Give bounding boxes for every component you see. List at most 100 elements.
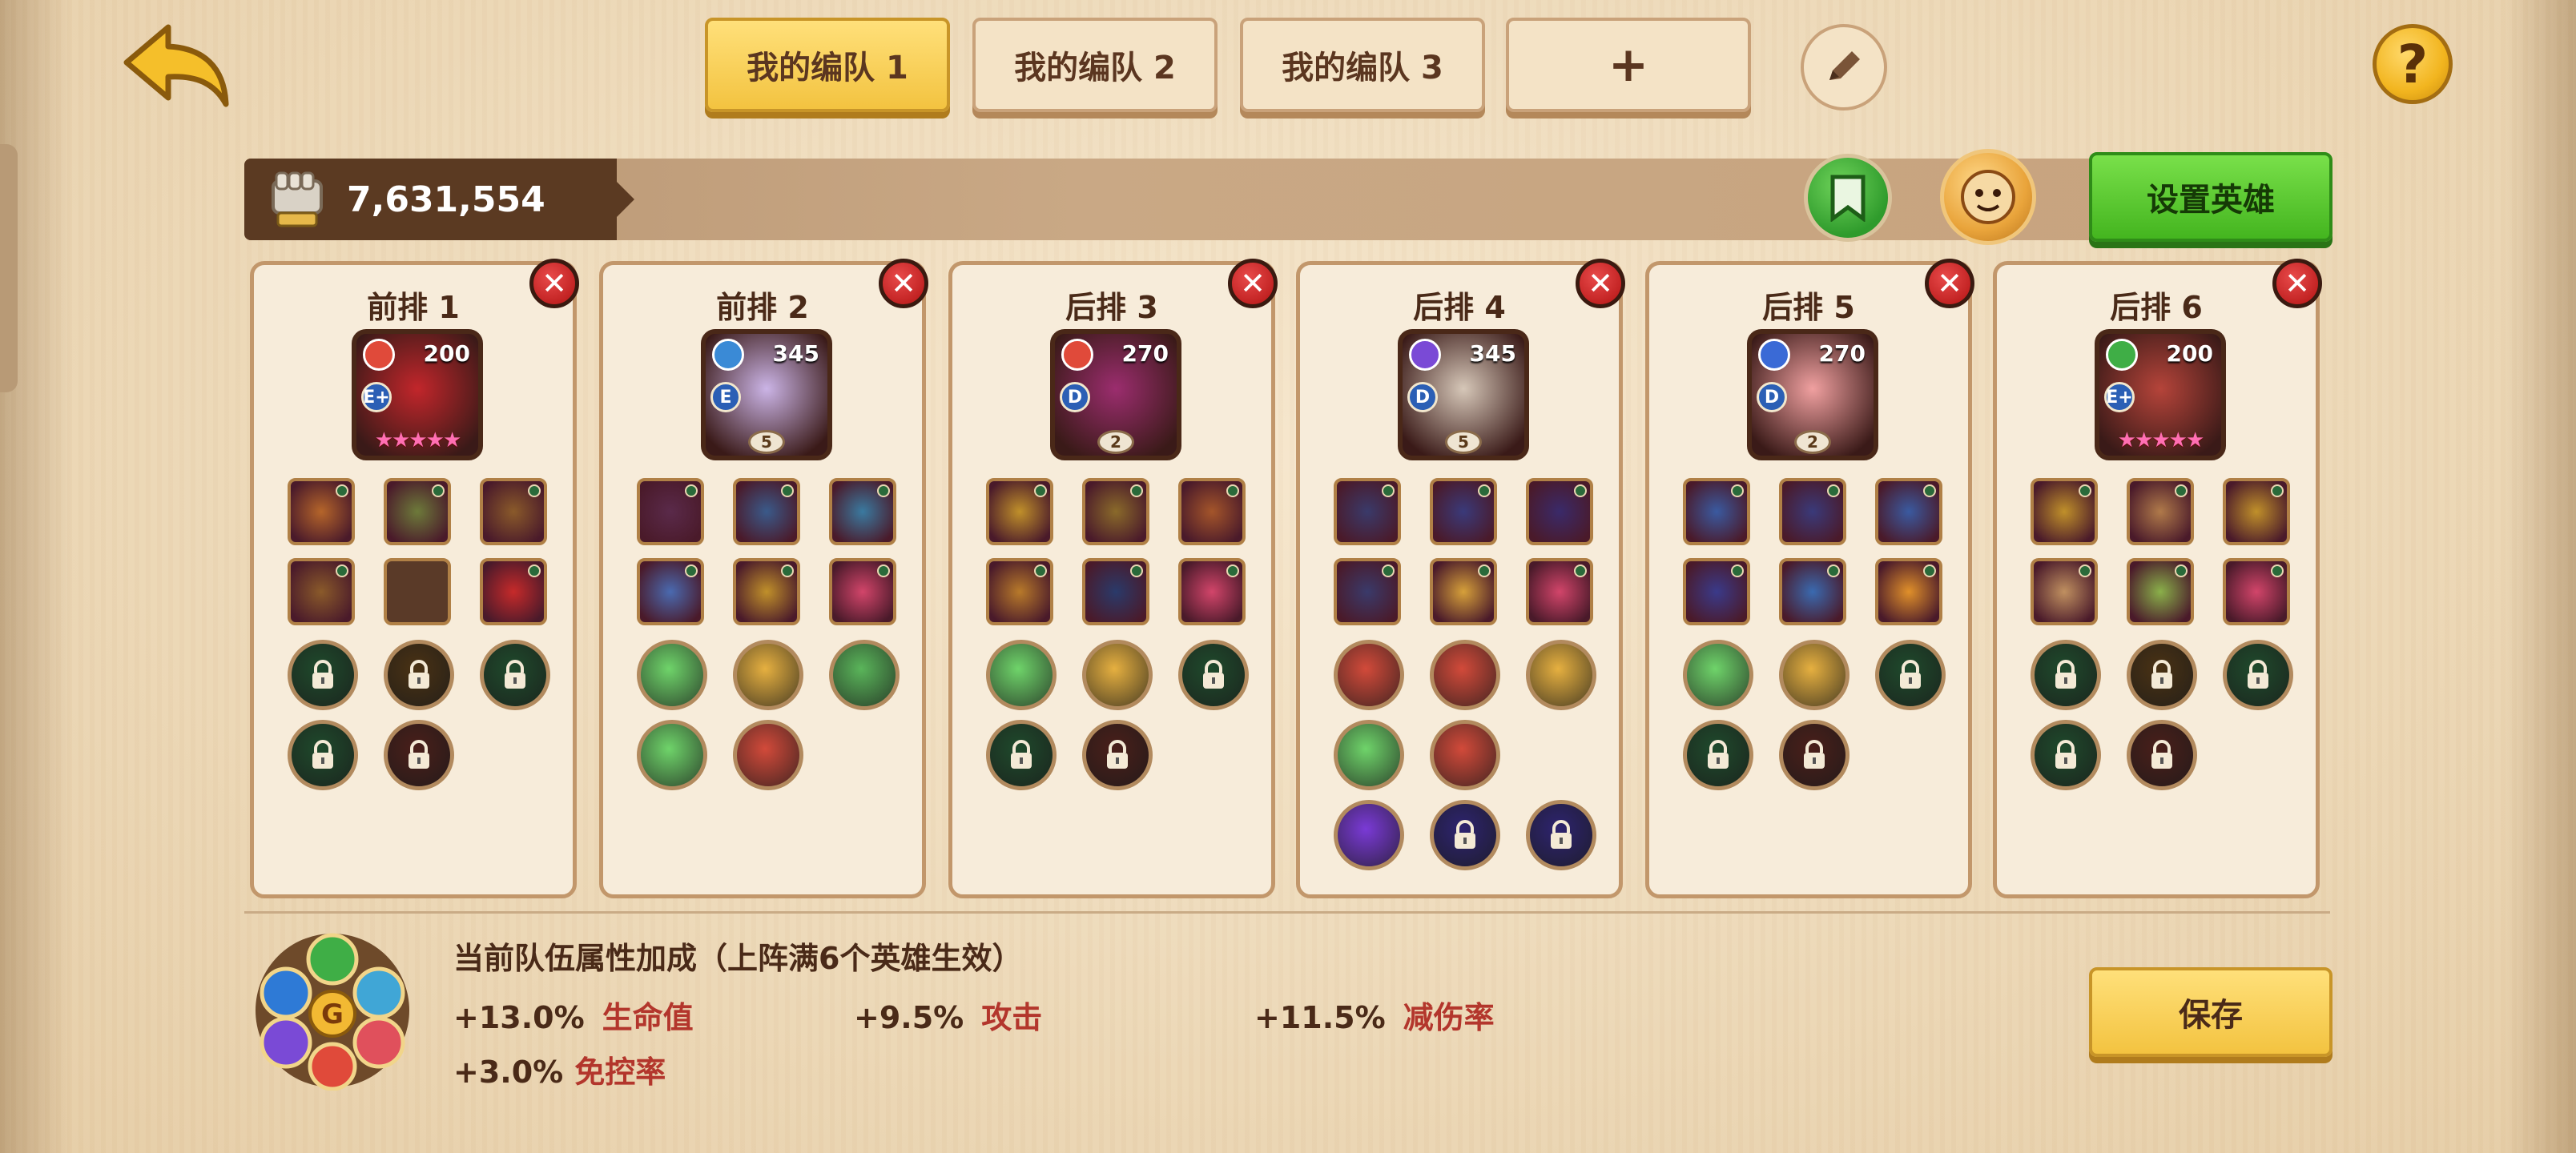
- equipment-slot[interactable]: [1082, 478, 1149, 545]
- pet-icon[interactable]: [1940, 149, 2036, 245]
- equipment-slot[interactable]: [1683, 478, 1750, 545]
- set-hero-button[interactable]: 设置英雄: [2089, 152, 2332, 242]
- equipment-slot[interactable]: [288, 478, 355, 545]
- locked-slot[interactable]: [2031, 640, 2101, 710]
- equipment-slot[interactable]: [1334, 558, 1401, 625]
- artifact-slot[interactable]: [1334, 640, 1404, 710]
- tab-team-1[interactable]: 我的编队 1: [705, 18, 950, 112]
- equipment-slot[interactable]: [2127, 478, 2194, 545]
- locked-slot[interactable]: [1082, 720, 1153, 790]
- bookmark-icon[interactable]: [1804, 154, 1892, 242]
- equipment-slot[interactable]: [829, 478, 896, 545]
- artifact-slot[interactable]: [733, 640, 803, 710]
- locked-slot[interactable]: [288, 640, 358, 710]
- equipment-slot[interactable]: [2031, 558, 2098, 625]
- equipment-slot[interactable]: [733, 558, 800, 625]
- locked-slot[interactable]: [480, 640, 550, 710]
- hero-slot-card[interactable]: 后排 3 ✕ 270 D 2: [948, 259, 1278, 898]
- locked-slot[interactable]: [1430, 800, 1500, 870]
- artifact-slot[interactable]: [986, 640, 1057, 710]
- remove-hero-icon[interactable]: ✕: [2272, 259, 2322, 308]
- equipment-slot[interactable]: [1430, 478, 1497, 545]
- locked-slot[interactable]: [986, 720, 1057, 790]
- equipment-slot[interactable]: [1779, 478, 1846, 545]
- equipment-slot[interactable]: [2223, 558, 2290, 625]
- artifact-slot[interactable]: [829, 640, 900, 710]
- hero-portrait[interactable]: 200 E+ ★★★★★: [2095, 329, 2226, 460]
- faction-icon: [1758, 339, 1790, 371]
- remove-hero-icon[interactable]: ✕: [1925, 259, 1974, 308]
- locked-slot[interactable]: [1875, 640, 1946, 710]
- help-question-icon[interactable]: ?: [2373, 24, 2453, 104]
- hero-slot-card[interactable]: 后排 6 ✕ 200 E+ ★★★★★: [1993, 259, 2322, 898]
- remove-hero-icon[interactable]: ✕: [529, 259, 579, 308]
- add-team-button[interactable]: +: [1506, 18, 1751, 112]
- equipment-slot[interactable]: [1779, 558, 1846, 625]
- equipment-slot[interactable]: [384, 558, 451, 625]
- locked-slot[interactable]: [2223, 640, 2293, 710]
- equipment-slot[interactable]: [1082, 558, 1149, 625]
- equipment-slot[interactable]: [1178, 478, 1246, 545]
- hero-portrait[interactable]: 345 D 5: [1398, 329, 1529, 460]
- equipment-slot[interactable]: [829, 558, 896, 625]
- locked-slot[interactable]: [2127, 720, 2197, 790]
- side-handle[interactable]: [0, 144, 18, 392]
- equipment-slot[interactable]: [986, 558, 1053, 625]
- save-button[interactable]: 保存: [2089, 967, 2332, 1057]
- equipment-slot[interactable]: [2031, 478, 2098, 545]
- locked-slot[interactable]: [384, 720, 454, 790]
- locked-slot[interactable]: [1683, 720, 1753, 790]
- equipment-slot[interactable]: [384, 478, 451, 545]
- artifact-slot[interactable]: [1779, 640, 1849, 710]
- equipment-slot[interactable]: [1683, 558, 1750, 625]
- equipment-slot[interactable]: [480, 558, 547, 625]
- pencil-icon[interactable]: [1801, 24, 1887, 110]
- tab-team-2[interactable]: 我的编队 2: [972, 18, 1218, 112]
- locked-slot[interactable]: [1779, 720, 1849, 790]
- hero-slot-card[interactable]: 后排 4 ✕ 345 D 5: [1296, 259, 1625, 898]
- locked-slot[interactable]: [384, 640, 454, 710]
- equipment-slot[interactable]: [1875, 478, 1942, 545]
- equipment-slot[interactable]: [733, 478, 800, 545]
- equipment-slot[interactable]: [1334, 478, 1401, 545]
- artifact-slot[interactable]: [1334, 720, 1404, 790]
- hero-slot-card[interactable]: 前排 2 ✕ 345 E 5: [599, 259, 928, 898]
- hero-portrait[interactable]: 270 D 2: [1747, 329, 1878, 460]
- locked-slot[interactable]: [1178, 640, 1249, 710]
- equipment-slot[interactable]: [986, 478, 1053, 545]
- equipment-slot[interactable]: [2223, 478, 2290, 545]
- equipment-slot[interactable]: [480, 478, 547, 545]
- locked-slot[interactable]: [288, 720, 358, 790]
- hero-portrait[interactable]: 345 E 5: [701, 329, 832, 460]
- artifact-slot[interactable]: [1430, 640, 1500, 710]
- equipment-slot[interactable]: [1526, 558, 1593, 625]
- hero-portrait[interactable]: 270 D 2: [1050, 329, 1181, 460]
- artifact-slot[interactable]: [1334, 800, 1404, 870]
- hero-portrait[interactable]: 200 E+ ★★★★★: [352, 329, 483, 460]
- equipment-slot[interactable]: [637, 478, 704, 545]
- equipment-slot[interactable]: [1430, 558, 1497, 625]
- artifact-slot[interactable]: [1430, 720, 1500, 790]
- equipment-slot[interactable]: [637, 558, 704, 625]
- artifact-slot[interactable]: [733, 720, 803, 790]
- locked-slot[interactable]: [2127, 640, 2197, 710]
- artifact-slot[interactable]: [1683, 640, 1753, 710]
- equipment-slot[interactable]: [2127, 558, 2194, 625]
- hero-slot-card[interactable]: 前排 1 ✕ 200 E+ ★★★★★: [250, 259, 579, 898]
- artifact-slot[interactable]: [637, 720, 707, 790]
- locked-slot[interactable]: [2031, 720, 2101, 790]
- equipment-slot[interactable]: [288, 558, 355, 625]
- hero-slot-card[interactable]: 后排 5 ✕ 270 D 2: [1645, 259, 1974, 898]
- artifact-slot[interactable]: [1082, 640, 1153, 710]
- equipment-slot[interactable]: [1178, 558, 1246, 625]
- locked-slot[interactable]: [1526, 800, 1596, 870]
- artifact-slot[interactable]: [1526, 640, 1596, 710]
- artifact-slot[interactable]: [637, 640, 707, 710]
- remove-hero-icon[interactable]: ✕: [879, 259, 928, 308]
- back-arrow-icon[interactable]: [120, 21, 232, 109]
- remove-hero-icon[interactable]: ✕: [1228, 259, 1278, 308]
- remove-hero-icon[interactable]: ✕: [1576, 259, 1625, 308]
- equipment-slot[interactable]: [1526, 478, 1593, 545]
- tab-team-3[interactable]: 我的编队 3: [1240, 18, 1485, 112]
- equipment-slot[interactable]: [1875, 558, 1942, 625]
